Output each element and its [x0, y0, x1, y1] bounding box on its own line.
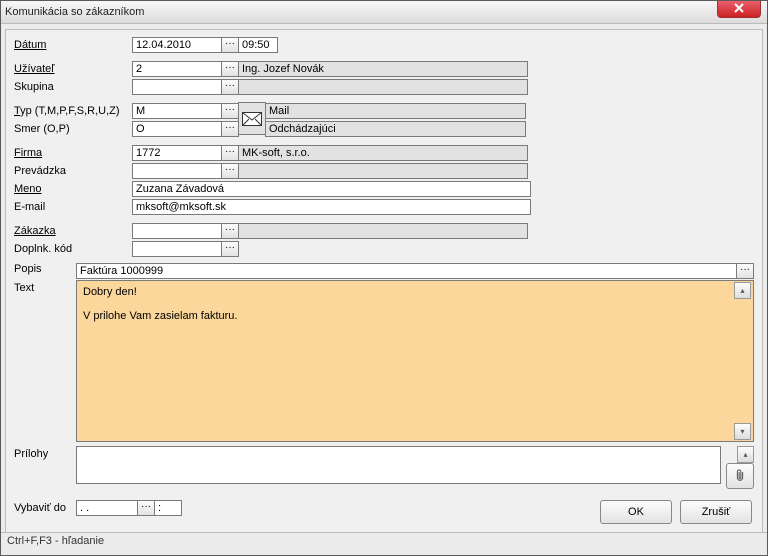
body-line1: Dobry den!	[83, 285, 747, 299]
group-input[interactable]	[132, 79, 222, 95]
label-text: Text	[14, 280, 76, 294]
label-skupina: Skupina	[14, 81, 132, 93]
label-zakazka: Zákazka	[14, 225, 132, 237]
label-meno: Meno	[14, 183, 132, 195]
label-vybavit: Vybaviť do	[14, 502, 76, 514]
statusbar: Ctrl+F,F3 - hľadanie	[1, 532, 767, 555]
type-code-input[interactable]: M	[132, 103, 222, 119]
order-name-display	[238, 223, 528, 239]
type-label-display: Mail	[265, 103, 526, 119]
label-doplnk: Doplnk. kód	[14, 243, 132, 255]
due-time-input[interactable]: :	[154, 500, 182, 516]
addcode-lookup-button[interactable]: ···	[221, 241, 239, 257]
mail-type-icon-box	[238, 102, 266, 135]
label-firma: Firma	[14, 147, 132, 159]
due-date-picker-button[interactable]: ···	[137, 500, 155, 516]
due-date-input[interactable]: . .	[76, 500, 138, 516]
cancel-button[interactable]: Zrušiť	[680, 500, 752, 524]
name-input[interactable]: Zuzana Závadová	[132, 181, 531, 197]
text-scroll-down[interactable]: ▾	[734, 423, 751, 440]
user-lookup-button[interactable]: ···	[221, 61, 239, 77]
date-picker-button[interactable]: ···	[221, 37, 239, 53]
label-prilohy: Prílohy	[14, 446, 76, 460]
branch-name-display	[238, 163, 528, 179]
date-input[interactable]: 12.04.2010	[132, 37, 222, 53]
user-id-input[interactable]: 2	[132, 61, 222, 77]
body-line2: V prilohe Vam zasielam fakturu.	[83, 309, 747, 323]
label-typ: Typ (T,M,P,F,S,R,U,Z)	[14, 105, 132, 117]
label-smer: Smer (O,P)	[14, 123, 132, 135]
direction-label-display: Odchádzajúci	[265, 121, 526, 137]
branch-input[interactable]	[132, 163, 222, 179]
add-attachment-button[interactable]	[726, 463, 754, 489]
label-datum: Dátum	[14, 39, 132, 51]
text-scroll-up[interactable]: ▴	[734, 282, 751, 299]
order-lookup-button[interactable]: ···	[221, 223, 239, 239]
attach-scroll-up[interactable]: ▴	[737, 446, 754, 463]
order-input[interactable]	[132, 223, 222, 239]
group-name-display	[238, 79, 528, 95]
ok-button[interactable]: OK	[600, 500, 672, 524]
label-prevadzka: Prevádzka	[14, 165, 132, 177]
direction-code-input[interactable]: O	[132, 121, 222, 137]
direction-lookup-button[interactable]: ···	[221, 121, 239, 137]
paperclip-icon	[734, 468, 746, 484]
window-title: Komunikácia so zákazníkom	[5, 6, 144, 18]
label-email: E-mail	[14, 201, 132, 213]
label-popis: Popis	[14, 263, 76, 279]
envelope-icon	[242, 112, 262, 126]
time-input[interactable]: 09:50	[238, 37, 278, 53]
addcode-input[interactable]	[132, 241, 222, 257]
label-uzivatel: Užívateľ	[14, 63, 132, 75]
user-name-display: Ing. Jozef Novák	[238, 61, 528, 77]
close-icon	[734, 3, 744, 13]
branch-lookup-button[interactable]: ···	[221, 163, 239, 179]
dialog-window: Komunikácia so zákazníkom Dátum 12.04.20…	[0, 0, 768, 556]
company-name-display: MK-soft, s.r.o.	[238, 145, 528, 161]
subject-input[interactable]: Faktúra 1000999	[76, 263, 737, 279]
company-lookup-button[interactable]: ···	[221, 145, 239, 161]
group-lookup-button[interactable]: ···	[221, 79, 239, 95]
subject-lookup-button[interactable]: ···	[736, 263, 754, 279]
company-id-input[interactable]: 1772	[132, 145, 222, 161]
close-button[interactable]	[717, 0, 761, 18]
email-input[interactable]: mksoft@mksoft.sk	[132, 199, 531, 215]
titlebar: Komunikácia so zákazníkom	[1, 1, 767, 24]
body-textarea[interactable]: Dobry den! V prilohe Vam zasielam faktur…	[76, 280, 754, 442]
attachments-list[interactable]	[76, 446, 721, 484]
type-lookup-button[interactable]: ···	[221, 103, 239, 119]
dialog-body: Dátum 12.04.2010 ··· 09:50 Užívateľ 2 ··…	[5, 29, 763, 533]
